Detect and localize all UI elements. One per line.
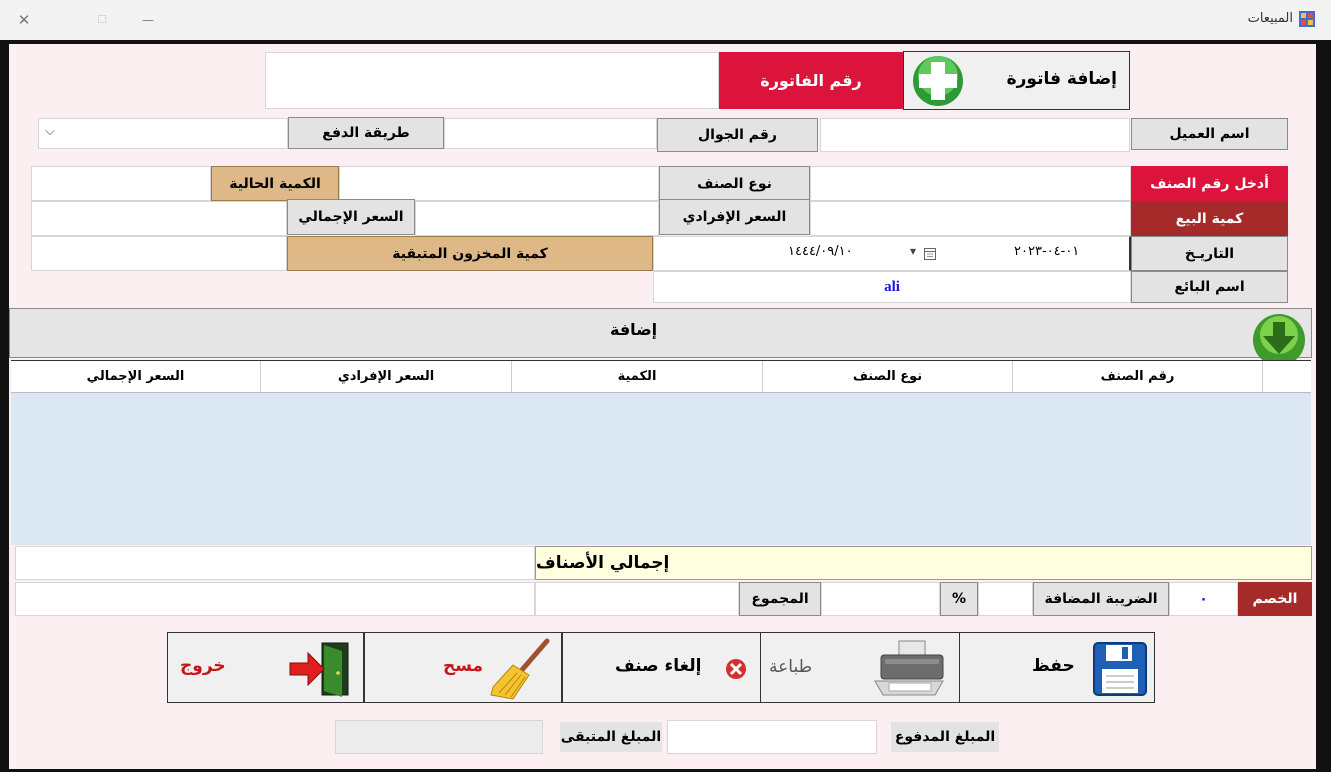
grid-col-unit-price[interactable]: السعر الإفرادي [261, 361, 512, 392]
mobile-field[interactable] [444, 118, 657, 149]
sale-qty-field[interactable] [810, 201, 1131, 236]
remaining-amount-label: المبلغ المتبقى [560, 722, 662, 752]
broom-icon [490, 638, 550, 700]
items-grid-header: السعر الإجمالي السعر الإفرادي الكمية نوع… [11, 360, 1311, 393]
close-icon[interactable]: ✕ [12, 8, 36, 32]
add-invoice-button[interactable]: إضافة فاتورة [903, 51, 1130, 110]
customer-name-field[interactable] [820, 118, 1130, 152]
customer-name-label-text: اسم العميل [1131, 118, 1288, 150]
unit-price-label: السعر الإفرادي [659, 199, 810, 235]
payment-method-select[interactable]: ⌵ [38, 118, 288, 149]
vat-percent-field[interactable] [978, 582, 1033, 616]
seller-name-field[interactable]: ali [653, 271, 1131, 303]
item-code-field[interactable] [810, 166, 1131, 201]
app-icon [1299, 11, 1315, 27]
vat-label: الضريبة المضافة [1033, 582, 1169, 616]
discount-field[interactable]: ٠ [1169, 582, 1238, 616]
seller-name-label: اسم البائع [1131, 271, 1288, 303]
arrow-down-icon[interactable] [1251, 312, 1307, 364]
printer-icon [874, 640, 944, 696]
paid-amount-label: المبلغ المدفوع [891, 722, 999, 752]
floppy-disk-icon [1093, 642, 1147, 696]
window-title: المبيعات [1247, 11, 1293, 26]
exit-label: خروج [180, 656, 226, 676]
items-total-field[interactable] [15, 546, 535, 580]
title-bar: ✕ ☐ — المبيعات [0, 0, 1331, 40]
paid-amount-field[interactable] [667, 720, 877, 754]
hijri-date: ١٤٤٤/٠٩/١٠ [788, 244, 853, 259]
sum-field[interactable] [535, 582, 739, 616]
date-dropdown-icon[interactable]: ▾ [910, 244, 916, 258]
calendar-icon[interactable] [924, 248, 936, 260]
exit-button[interactable]: خروج [167, 632, 364, 703]
total-price-field[interactable] [31, 201, 287, 236]
unit-price-field-left[interactable] [415, 201, 659, 236]
percent-label: % [940, 582, 978, 616]
sum-label: المجموع [739, 582, 821, 616]
add-item-label: إضافة [610, 320, 658, 339]
invoice-number-label: رقم الفاتورة [719, 52, 903, 109]
vat-amount-field[interactable] [821, 582, 940, 616]
clear-label: مسح [443, 656, 484, 676]
add-invoice-label: إضافة فاتورة [1006, 69, 1117, 89]
cancel-item-button[interactable]: إلغاء صنف [562, 632, 761, 703]
save-button[interactable]: حفظ [959, 632, 1155, 703]
items-grid-body[interactable] [11, 393, 1311, 545]
seller-name-value: ali [884, 278, 900, 295]
remaining-stock-field[interactable] [31, 236, 287, 271]
grid-row-header-corner [1263, 361, 1311, 392]
remaining-stock-label: كمية المخزون المتبقية [287, 236, 653, 271]
grid-col-total-price[interactable]: السعر الإجمالي [11, 361, 261, 392]
remaining-amount-field[interactable] [335, 720, 543, 754]
grand-total-field[interactable] [15, 582, 535, 616]
current-qty-label: الكمية الحالية [211, 166, 339, 201]
minimize-icon[interactable]: — [136, 8, 160, 32]
plus-icon [913, 56, 963, 106]
payment-method-label: طريقة الدفع [288, 117, 444, 149]
grid-col-item-code[interactable]: رقم الصنف [1013, 361, 1263, 392]
maximize-icon[interactable]: ☐ [90, 8, 114, 32]
items-total-label: إجمالي الأصناف [535, 546, 1312, 580]
print-button[interactable]: طباعة [761, 632, 959, 703]
cancel-item-label: إلغاء صنف [615, 656, 702, 676]
grid-col-quantity[interactable]: الكمية [512, 361, 763, 392]
save-label: حفظ [1032, 656, 1075, 676]
item-type-field-left[interactable] [339, 166, 659, 201]
clear-button[interactable]: مسح [364, 632, 562, 703]
exit-door-icon [289, 642, 349, 697]
discount-label: الخصم [1238, 582, 1312, 616]
invoice-number-field[interactable] [265, 52, 719, 109]
grid-col-item-type[interactable]: نوع الصنف [763, 361, 1013, 392]
add-item-bar[interactable]: إضافة [9, 308, 1312, 364]
total-price-label: السعر الإجمالي [287, 199, 415, 235]
gregorian-date: ٠١-٠٤-٢٠٢٣ [1014, 244, 1080, 259]
mobile-label: رقم الجوال [657, 118, 818, 152]
cancel-x-icon [726, 659, 746, 679]
enter-item-code-label: أدخل رقم الصنف [1131, 166, 1288, 201]
date-picker[interactable]: ١٤٤٤/٠٩/١٠ ▾ ٠١-٠٤-٢٠٢٣ [653, 236, 1131, 271]
print-label: طباعة [769, 657, 813, 677]
sale-qty-label: كمية البيع [1131, 201, 1288, 236]
chevron-down-icon: ⌵ [45, 124, 55, 139]
current-qty-field[interactable] [31, 166, 211, 201]
date-label: التاريـخ [1131, 236, 1288, 271]
item-type-label: نوع الصنف [659, 166, 810, 201]
